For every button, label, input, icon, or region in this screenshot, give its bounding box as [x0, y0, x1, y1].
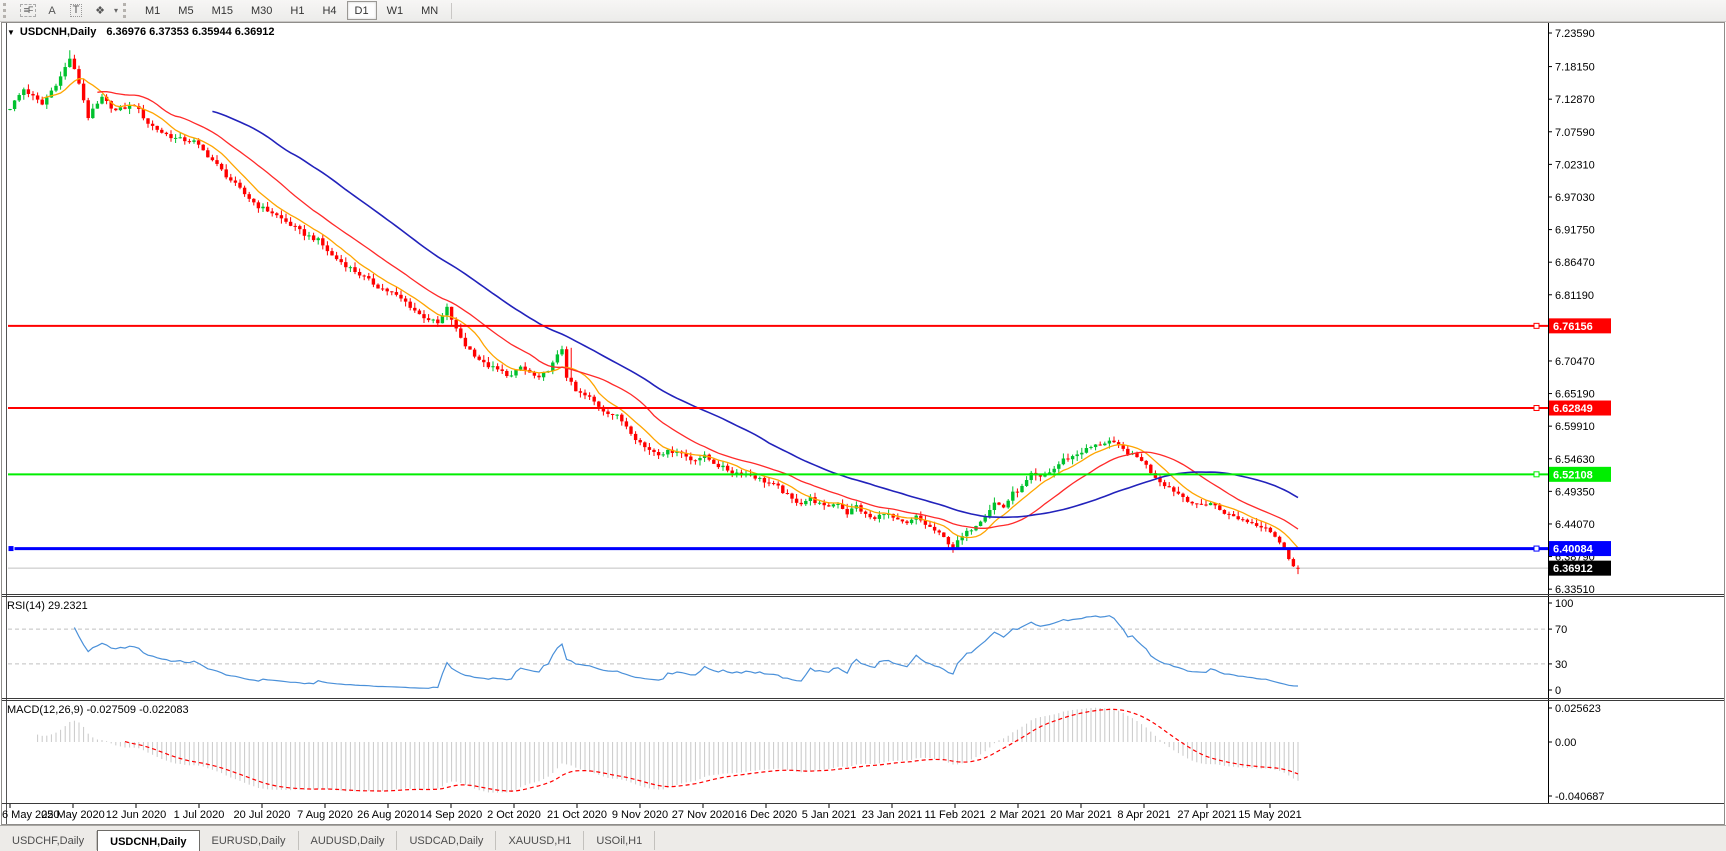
svg-text:6.59910: 6.59910	[1555, 421, 1595, 433]
ohlc-quotes: 6.36976 6.37353 6.35944 6.36912	[106, 26, 275, 38]
tab-audusd-daily[interactable]: AUDUSD,Daily	[299, 831, 398, 850]
svg-text:7.18150: 7.18150	[1555, 62, 1595, 74]
svg-text:100: 100	[1555, 598, 1573, 610]
svg-text:2 Oct 2020: 2 Oct 2020	[487, 809, 541, 821]
timeframe-button-mn[interactable]: MN	[413, 1, 446, 20]
macd-indicator-label: MACD(12,26,9) -0.027509 -0.022083	[7, 704, 189, 716]
collapse-caret-icon[interactable]: ▼	[7, 28, 15, 37]
svg-text:6.62849: 6.62849	[1553, 403, 1593, 415]
svg-text:30: 30	[1555, 659, 1567, 671]
svg-text:20 Mar 2021: 20 Mar 2021	[1050, 809, 1112, 821]
top-toolbar: ≡F A T ❖ ▾ M1 M5 M15 M30 H1 H4 D1 W1 MN	[0, 0, 1726, 22]
svg-text:6.40084: 6.40084	[1553, 544, 1594, 556]
toolbar-separator	[451, 2, 453, 19]
svg-text:26 Aug 2020: 26 Aug 2020	[357, 809, 419, 821]
timeframe-button-h1[interactable]: H1	[282, 1, 312, 20]
drawing-tools-group: ≡F A T ❖	[16, 1, 112, 20]
svg-text:6.49350: 6.49350	[1555, 486, 1595, 498]
timeframe-button-m5[interactable]: M5	[170, 1, 201, 20]
svg-text:16 Dec 2020: 16 Dec 2020	[735, 809, 797, 821]
svg-text:7.02310: 7.02310	[1555, 159, 1595, 171]
svg-text:23 Jan 2021: 23 Jan 2021	[862, 809, 923, 821]
svg-text:6.52108: 6.52108	[1553, 469, 1593, 481]
svg-text:6.33510: 6.33510	[1555, 584, 1595, 596]
svg-text:11 Feb 2021: 11 Feb 2021	[925, 809, 986, 821]
svg-text:7.12870: 7.12870	[1555, 94, 1595, 106]
chart-window-title: ▼ USDCNH,Daily 6.36976 6.37353 6.35944 6.3…	[7, 26, 275, 38]
svg-text:25 May 2020: 25 May 2020	[41, 809, 105, 821]
svg-text:5 Jan 2021: 5 Jan 2021	[802, 809, 856, 821]
timeframe-button-m30[interactable]: M30	[243, 1, 280, 20]
toolbar-grip-2[interactable]	[123, 3, 131, 18]
svg-text:0: 0	[1555, 685, 1561, 697]
svg-text:6.65190: 6.65190	[1555, 389, 1595, 401]
chart-canvas[interactable]: 7.23590 7.18150 7.12870 7.07590 7.02310 6.970…	[0, 0, 1726, 851]
timeframe-button-d1[interactable]: D1	[346, 1, 377, 20]
tab-eurusd-daily[interactable]: EURUSD,Daily	[200, 831, 299, 850]
svg-text:8 Apr 2021: 8 Apr 2021	[1117, 809, 1170, 821]
svg-text:12 Jun 2020: 12 Jun 2020	[106, 809, 167, 821]
svg-text:27 Nov 2020: 27 Nov 2020	[672, 809, 734, 821]
svg-text:0.025623: 0.025623	[1555, 703, 1601, 715]
timeframe-button-w1[interactable]: W1	[379, 1, 412, 20]
svg-text:14 Sep 2020: 14 Sep 2020	[420, 809, 482, 821]
svg-text:7 Aug 2020: 7 Aug 2020	[297, 809, 353, 821]
svg-text:2 Mar 2021: 2 Mar 2021	[990, 809, 1046, 821]
svg-text:20 Jul 2020: 20 Jul 2020	[234, 809, 291, 821]
tab-usdcnh-daily[interactable]: USDCNH,Daily	[97, 830, 200, 851]
arrow-style-tool-icon[interactable]: A	[41, 1, 63, 20]
timeframe-button-h4[interactable]: H4	[314, 1, 344, 20]
svg-text:6.91750: 6.91750	[1555, 225, 1595, 237]
tab-usdchf-daily[interactable]: USDCHF,Daily	[0, 831, 98, 850]
svg-text:6.97030: 6.97030	[1555, 192, 1595, 204]
tab-xauusd-h1[interactable]: XAUUSD,H1	[496, 831, 585, 850]
svg-text:6.36912: 6.36912	[1553, 563, 1593, 575]
object-color-tool-icon[interactable]: ❖	[89, 1, 111, 20]
svg-text:6.70470: 6.70470	[1555, 356, 1595, 368]
svg-text:9 Nov 2020: 9 Nov 2020	[612, 809, 668, 821]
tab-usdcad-daily[interactable]: USDCAD,Daily	[397, 831, 497, 850]
svg-text:70: 70	[1555, 624, 1567, 636]
text-label-tool-icon[interactable]: T	[65, 1, 87, 20]
svg-text:7.23590: 7.23590	[1555, 28, 1595, 40]
symbol-period-label: USDCNH,Daily	[19, 26, 97, 38]
svg-text:6.76156: 6.76156	[1553, 321, 1593, 333]
svg-text:7.07590: 7.07590	[1555, 127, 1595, 139]
chart-tab-bar: USDCHF,Daily USDCNH,Daily EURUSD,Daily AUDU…	[0, 825, 1726, 851]
timeframe-group: M1 M5 M15 M30 H1 H4 D1 W1 MN	[136, 1, 447, 20]
template-grid-tool-icon[interactable]: ≡F	[17, 1, 39, 20]
toolbar-grip[interactable]	[3, 3, 11, 18]
rsi-indicator-label: RSI(14) 29.2321	[7, 600, 88, 612]
svg-text:0.00: 0.00	[1555, 737, 1576, 749]
svg-text:-0.040687: -0.040687	[1555, 791, 1605, 803]
timeframe-button-m1[interactable]: M1	[137, 1, 168, 20]
svg-text:15 May 2021: 15 May 2021	[1238, 809, 1302, 821]
svg-text:6.54630: 6.54630	[1555, 454, 1595, 466]
mt4-terminal: ≡F A T ❖ ▾ M1 M5 M15 M30 H1 H4 D1 W1 MN 7.23590 7.18…	[0, 0, 1726, 851]
svg-text:21 Oct 2020: 21 Oct 2020	[547, 809, 607, 821]
svg-text:27 Apr 2021: 27 Apr 2021	[1177, 809, 1236, 821]
svg-text:1 Jul 2020: 1 Jul 2020	[174, 809, 225, 821]
dropdown-caret-icon[interactable]: ▾	[114, 6, 118, 15]
svg-text:6.81190: 6.81190	[1555, 290, 1594, 302]
tab-usoil-h1[interactable]: USOil,H1	[584, 831, 656, 850]
svg-text:6.86470: 6.86470	[1555, 257, 1595, 269]
timeframe-button-m15[interactable]: M15	[204, 1, 241, 20]
svg-text:6.44070: 6.44070	[1555, 519, 1595, 531]
